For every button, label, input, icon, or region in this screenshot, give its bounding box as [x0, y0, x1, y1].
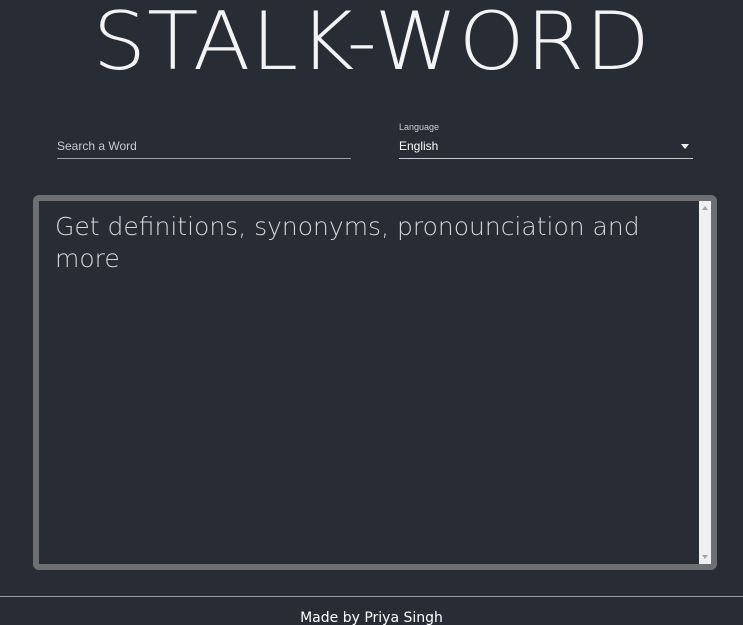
scroll-down-arrow-icon[interactable] — [702, 555, 708, 559]
app-title: STALK-WORD — [0, 0, 743, 92]
language-select[interactable]: Language English — [399, 122, 693, 159]
search-input[interactable] — [57, 136, 347, 156]
footer-credit: Made by Priya Singh — [300, 610, 443, 625]
language-selected-value[interactable]: English — [399, 139, 438, 153]
search-field[interactable] — [57, 132, 351, 159]
footer-divider — [0, 596, 743, 597]
result-text: Get definitions, synonyms, pronounciatio… — [55, 212, 640, 273]
language-label: Language — [399, 122, 440, 132]
scrollbar[interactable] — [699, 201, 711, 564]
caret-down-icon[interactable] — [681, 144, 689, 149]
app-title-text: STALK-WORD — [92, 0, 651, 88]
result-box[interactable]: Get definitions, synonyms, pronounciatio… — [33, 195, 717, 570]
scroll-up-arrow-icon[interactable] — [702, 206, 708, 210]
page: STALK-WORD Language English Get definiti… — [0, 0, 743, 625]
